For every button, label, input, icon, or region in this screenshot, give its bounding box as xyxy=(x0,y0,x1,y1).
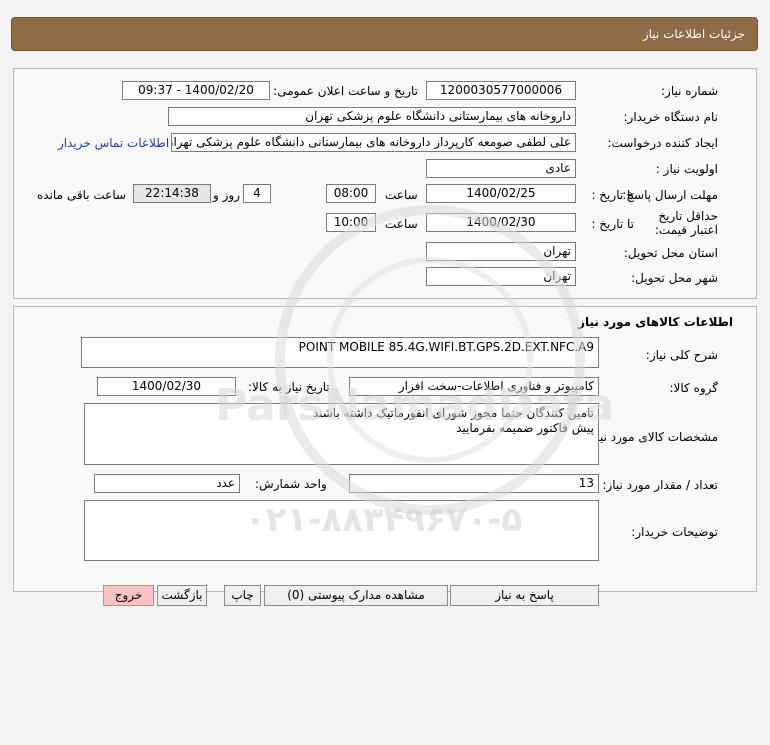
validity-date-field: 1400/02/30 xyxy=(426,213,576,232)
province-field: تهران xyxy=(426,242,576,261)
requester-field: علی لطفی صومعه کارپرداز داروخانه های بیم… xyxy=(171,133,576,152)
specs-line-2: پیش فاکتور ضمیمه بفرمایید xyxy=(456,421,594,435)
need-number-field: 1200030577000006 xyxy=(426,81,576,100)
goods-section-title: اطلاعات کالاهای مورد نیاز xyxy=(578,315,733,329)
need-date-field: 1400/02/30 xyxy=(97,377,236,396)
exit-button[interactable]: خروج xyxy=(103,585,154,606)
announce-label: تاریخ و ساعت اعلان عمومی: xyxy=(273,84,418,98)
deadline-label: مهلت ارسال پاسخ: xyxy=(622,188,718,202)
priority-label: اولویت نیاز : xyxy=(655,162,718,176)
specs-field: تامین کنندگان حتما مجوز شورای انفورماتیک… xyxy=(84,403,599,465)
validity-label: حداقل تاریخ اعتبار قیمت: xyxy=(654,209,718,237)
announce-datetime-field: 1400/02/20 - 09:37 xyxy=(122,81,270,100)
priority-field: عادی xyxy=(426,159,576,178)
validity-time-field: 10:00 xyxy=(326,213,376,232)
remaining-label: ساعت باقی مانده xyxy=(37,188,127,202)
city-label: شهر محل تحویل: xyxy=(631,271,718,285)
buyer-contact-link[interactable]: اطلاعات تماس خریدار xyxy=(58,136,169,150)
buyer-org-field: داروخانه های بیمارستانی دانشگاه علوم پزش… xyxy=(168,107,576,126)
general-desc-field: POINT MOBILE 85.4G.WIFI.BT.GPS.2D.EXT.NF… xyxy=(81,337,599,368)
need-date-label: تاریخ نیاز به کالا: xyxy=(248,380,330,394)
general-desc-text: POINT MOBILE 85.4G.WIFI.BT.GPS.2D.EXT.NF… xyxy=(298,340,594,354)
deadline-date-field: 1400/02/25 xyxy=(426,184,576,203)
respond-button[interactable]: پاسخ به نیاز xyxy=(450,585,599,606)
need-info-panel xyxy=(13,68,757,299)
need-number-label: شماره نیاز: xyxy=(661,84,718,98)
buyer-org-label: نام دستگاه خریدار: xyxy=(623,110,719,124)
deadline-time-field: 08:00 xyxy=(326,184,376,203)
view-documents-button[interactable]: مشاهده مدارک پیوستی (0) xyxy=(264,585,448,606)
back-button[interactable]: بازگشت xyxy=(157,585,207,606)
deadline-time-label: ساعت xyxy=(385,188,418,202)
print-button[interactable]: چاپ xyxy=(224,585,261,606)
specs-line-1: تامین کنندگان حتما مجوز شورای انفورماتیک… xyxy=(312,406,594,420)
unit-field: عدد xyxy=(94,474,240,493)
province-label: استان محل تحویل: xyxy=(623,246,718,260)
requester-label: ایجاد کننده درخواست: xyxy=(607,136,718,150)
remaining-time-field: 22:14:38 xyxy=(133,184,211,203)
unit-label: واحد شمارش: xyxy=(255,477,327,491)
quantity-label: تعداد / مقدار مورد نیاز: xyxy=(602,478,718,492)
remaining-days-field: 4 xyxy=(243,184,271,203)
page-header: جزئیات اطلاعات نیاز xyxy=(11,17,758,51)
specs-label: مشخصات کالای مورد نیاز: xyxy=(586,430,718,444)
deadline-to-date-label: تا تاریخ : xyxy=(591,188,634,202)
buyer-notes-field xyxy=(84,500,599,561)
days-label: روز و xyxy=(213,188,240,202)
goods-group-field: کامپیوتر و فناوری اطلاعات-سخت افزار xyxy=(349,377,599,396)
page-title: جزئیات اطلاعات نیاز xyxy=(642,27,745,41)
validity-to-date-label: تا تاریخ : xyxy=(591,217,634,231)
general-desc-label: شرح کلی نیاز: xyxy=(645,348,718,362)
quantity-field: 13 xyxy=(349,474,599,493)
buyer-notes-label: توضیحات خریدار: xyxy=(631,525,718,539)
goods-group-label: گروه کالا: xyxy=(669,381,719,395)
city-field: تهران xyxy=(426,267,576,286)
validity-time-label: ساعت xyxy=(385,217,418,231)
